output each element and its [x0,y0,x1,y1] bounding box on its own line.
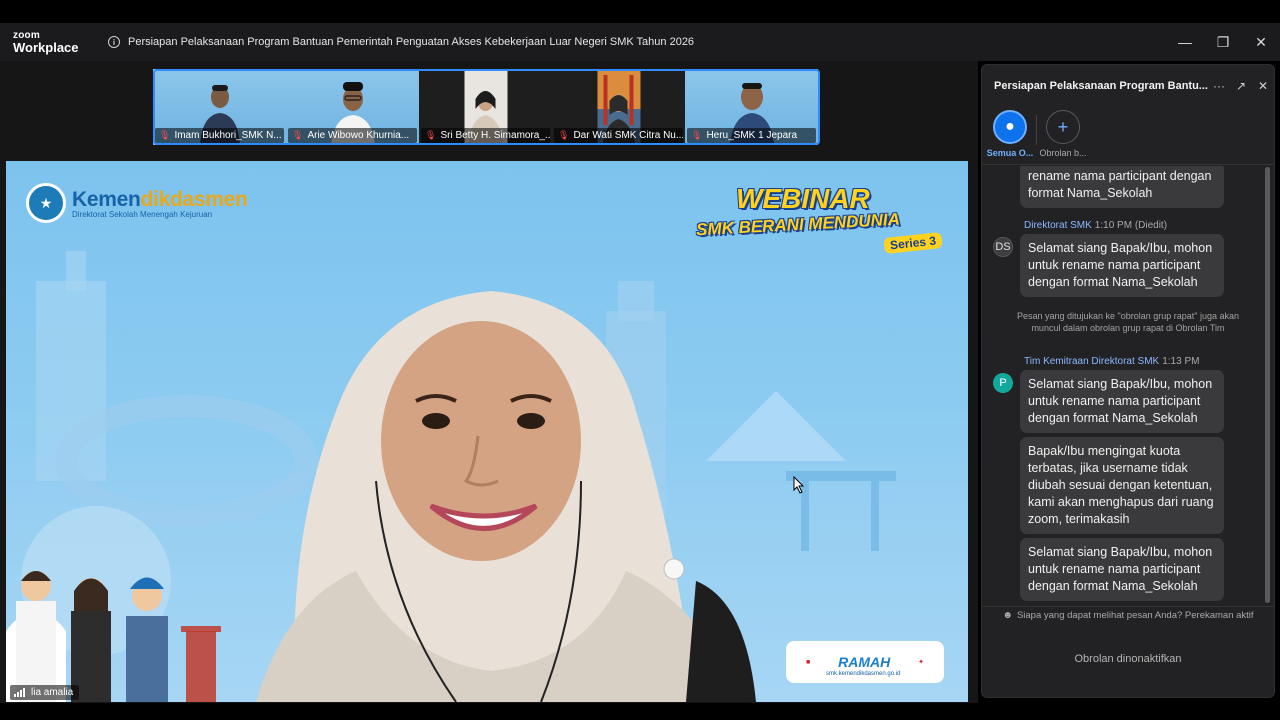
speaker-name: lia amalia [31,687,74,698]
brand-top: zoom [13,29,40,41]
avatar[interactable]: DS [993,237,1013,257]
tut-wuri-emblem-icon: ★ [26,183,66,223]
chat-message: rename nama participant dengan format Na… [982,166,1274,212]
logo-main-text: Kemen [72,187,141,211]
minimize-icon[interactable]: — [1166,23,1204,61]
chat-title: Persiapan Pelaksanaan Program Bantu... [994,80,1208,92]
title-bar: zoom Workplace i Persiapan Pelaksanaan P… [0,23,1280,61]
message-bubble[interactable]: Selamat siang Bapak/Ibu, mohon untuk ren… [1020,370,1224,433]
partner-logo-right: ✦ [918,659,925,666]
chat-messages[interactable]: rename nama participant dengan format Na… [982,166,1274,606]
message-time: 1:10 PM (Diedit) [1094,220,1168,231]
chat-tabs: ● Semua O... + Obrolan b... [982,107,1274,165]
video-stage: 🎙 Imam Bukhori_SMK N... 🎙 Arie Wibowo Khur… [0,61,978,703]
speaker-name-tag: lia amalia [10,685,80,700]
participant-thumbnail[interactable]: 🎙 Arie Wibowo Khurnia... [286,69,419,145]
chat-message: Direktorat SMK 1:10 PM (Diedit) DS Selama… [982,220,1274,301]
webinar-series: Series 3 [883,232,943,254]
plus-icon: + [1046,110,1080,144]
message-sender[interactable]: Tim Kemitraan Direktorat SMK [1024,356,1159,367]
mic-muted-icon: 🎙 [425,130,437,140]
active-speaker-video[interactable]: ★ Kemendikdasmen Direktorat Sekolah Mene… [6,161,968,702]
partner-logo-left: ■ [805,658,811,666]
message-bubble[interactable]: rename nama participant dengan format Na… [1020,166,1224,208]
chat-message: Tim Kemitraan Direktorat SMK 1:13 PM P Se… [982,356,1274,605]
message-sender-line: Tim Kemitraan Direktorat SMK 1:13 PM [1024,356,1274,367]
chat-disabled-text: Obrolan dinonaktifkan [1074,653,1182,665]
webinar-subtitle: SMK BERANI MENDUNIA [695,209,901,240]
tab-everyone-label: Semua O... [986,148,1034,158]
close-chat-icon[interactable]: ✕ [1252,79,1274,93]
close-icon[interactable]: ✕ [1242,23,1280,61]
mic-muted-icon: 🎙 [159,130,171,140]
connection-signal-icon [14,688,26,697]
participant-name: 🎙 Arie Wibowo Khurnia... [288,128,417,143]
pop-out-icon[interactable]: ↗ [1230,79,1252,93]
message-bubble[interactable]: Bapak/Ibu mengingat kuota terbatas, jika… [1020,437,1224,534]
partner-url: smk.kemendikdasmen.go.id [826,671,901,677]
message-bubble[interactable]: Selamat siang Bapak/Ibu, mohon untuk ren… [1020,538,1224,601]
webinar-title: WEBINAR [736,183,870,214]
message-sender[interactable]: Direktorat SMK [1024,220,1092,231]
meeting-title: Persiapan Pelaksanaan Program Bantuan Pe… [128,36,695,48]
participant-thumbnail[interactable]: 🎙 Dar Wati SMK Citra Nu... [552,69,685,145]
participant-name: 🎙 Sri Betty H. Simamora_... [421,128,550,143]
people-visibility-icon: ☻ [1002,610,1013,621]
chat-privacy-notice[interactable]: ☻ Siapa yang dapat melihat pesan Anda? P… [982,606,1274,624]
zoom-logo: zoom Workplace [0,29,96,55]
participant-thumbnail[interactable]: 🎙 Heru_SMK 1 Jepara [685,69,818,145]
system-note: Pesan yang ditujukan ke "obrolan grup ra… [1016,311,1240,333]
logo-main-accent: dikdasmen [140,187,248,211]
info-icon[interactable]: i [108,36,120,48]
participant-name: 🎙 Heru_SMK 1 Jepara [687,128,816,143]
partner-ramah-logo: RAMAH [838,654,891,670]
thumbnail-strip: 🎙 Imam Bukhori_SMK N... 🎙 Arie Wibowo Khur… [153,69,818,145]
participant-name: 🎙 Dar Wati SMK Citra Nu... [554,128,683,143]
tab-new-chat[interactable]: + Obrolan b... [1037,107,1089,164]
chat-header: Persiapan Pelaksanaan Program Bantu... ·… [982,65,1274,107]
letterbox-bottom [0,703,1280,720]
mic-muted-icon: 🎙 [558,130,570,140]
brand-bottom: Workplace [13,39,79,55]
message-bubble[interactable]: Selamat siang Bapak/Ibu, mohon untuk ren… [1020,234,1224,297]
chat-panel: Persiapan Pelaksanaan Program Bantu... ·… [981,64,1275,698]
mic-muted-icon: 🎙 [691,130,703,140]
speaker-video [256,291,756,702]
chat-scrollbar-thumb[interactable] [1265,167,1270,603]
letterbox-top [0,0,1280,23]
people-icon: ● [993,110,1027,144]
more-options-icon[interactable]: ··· [1208,79,1230,93]
mouse-cursor-icon [793,476,805,494]
kemendikdasmen-logo: ★ Kemendikdasmen Direktorat Sekolah Mene… [26,183,248,223]
mic-muted-icon: 🎙 [292,130,304,140]
participant-thumbnail[interactable]: 🎙 Sri Betty H. Simamora_... [419,69,552,145]
chat-scrollbar[interactable] [1265,165,1270,605]
message-time: 1:13 PM [1162,356,1200,367]
message-sender-line: Direktorat SMK 1:10 PM (Diedit) [1024,220,1274,231]
avatar[interactable]: P [993,373,1013,393]
tab-new-chat-label: Obrolan b... [1039,148,1087,158]
participant-thumbnail[interactable]: 🎙 Imam Bukhori_SMK N... [153,69,286,145]
restore-icon[interactable]: ❐ [1204,23,1242,61]
tab-everyone[interactable]: ● Semua O... [984,107,1036,164]
privacy-text: Siapa yang dapat melihat pesan Anda? Per… [1016,610,1254,621]
participant-name: 🎙 Imam Bukhori_SMK N... [155,128,284,143]
